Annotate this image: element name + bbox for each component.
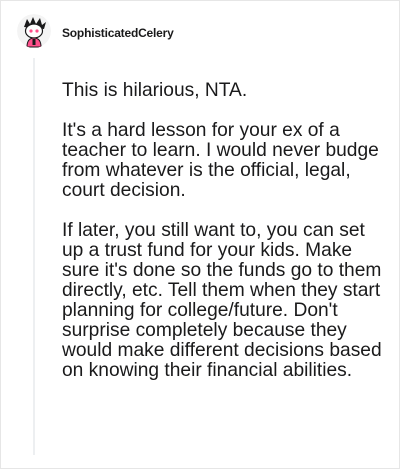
- username[interactable]: SophisticatedCelery: [62, 26, 174, 40]
- comment-paragraph: This is hilarious, NTA.: [62, 80, 248, 101]
- thread-collapse-line[interactable]: [33, 58, 35, 455]
- comment-paragraph: It's a hard lesson for your ex of a teac…: [62, 120, 379, 201]
- snoo-avatar-icon: [17, 14, 51, 48]
- comment-paragraph: If later, you still want to, you can set…: [62, 220, 382, 381]
- avatar[interactable]: [17, 14, 51, 48]
- comment-card: SophisticatedCelery This is hilarious, N…: [0, 0, 400, 469]
- comment-body: This is hilarious, NTA. It's a hard less…: [62, 81, 382, 401]
